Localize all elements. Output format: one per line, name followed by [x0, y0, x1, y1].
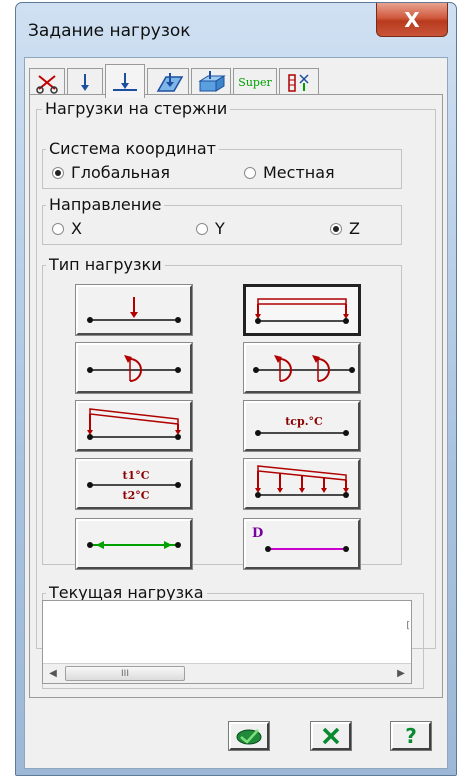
- radio-y-label: Y: [215, 219, 225, 238]
- current-load-list[interactable]: [ ◀ III ▶: [42, 600, 412, 684]
- distributed-moment-icon: [253, 355, 355, 382]
- bar-loads-title: Нагрузки на стержни: [42, 99, 231, 118]
- scroll-thumb-grip: III: [121, 668, 129, 679]
- load-multi-trapezoid-button[interactable]: [243, 458, 361, 510]
- tab-cut[interactable]: [29, 68, 65, 96]
- close-icon: X: [404, 7, 420, 32]
- radio-x-dot: [52, 222, 64, 235]
- radio-z[interactable]: Z: [330, 219, 360, 238]
- load-axial-force-button[interactable]: [75, 518, 193, 570]
- load-table-icon: [288, 73, 309, 92]
- dynamic-load-icon: D: [252, 526, 349, 552]
- radio-local-dot: [244, 166, 256, 179]
- bar-load-icon: [113, 72, 137, 91]
- uniform-temperature-icon: tср.°C: [255, 415, 349, 436]
- radio-global[interactable]: Глобальная: [52, 163, 170, 182]
- uniform-distributed-load-icon: [255, 298, 349, 324]
- temperature-top-text: t1°C: [123, 469, 150, 482]
- multi-trapezoid-load-icon: [255, 465, 349, 498]
- radio-local[interactable]: Местная: [244, 163, 335, 182]
- concentrated-moment-icon: [87, 355, 181, 382]
- tab-node-loads[interactable]: [67, 68, 103, 96]
- tab-plate-loads[interactable]: [147, 68, 189, 96]
- radio-y-dot: [196, 222, 208, 235]
- radio-z-label: Z: [349, 219, 360, 238]
- node-force-icon: [81, 73, 89, 91]
- load-temperature-gradient-button[interactable]: t1°C t2°C: [75, 458, 193, 510]
- tab-solid-loads[interactable]: [191, 68, 231, 96]
- load-concentrated-force-button[interactable]: [75, 284, 193, 336]
- window-title: Задание нагрузок: [28, 21, 191, 41]
- load-distributed-moment-button[interactable]: [243, 342, 361, 394]
- radio-global-label: Глобальная: [71, 163, 170, 182]
- close-button[interactable]: X: [376, 3, 448, 37]
- scroll-right-icon[interactable]: ▶: [391, 664, 411, 683]
- uniform-temperature-text: tср.°C: [285, 415, 323, 428]
- apply-button[interactable]: [228, 721, 270, 751]
- load-uniform-distributed-button[interactable]: [243, 284, 361, 336]
- dialog-client: Super Нагрузки на стержни Система коорди…: [24, 57, 448, 769]
- list-edge-char: [: [406, 621, 410, 631]
- apply-icon: [236, 729, 262, 745]
- plate-load-icon: [156, 72, 184, 92]
- super-label: Super: [238, 76, 272, 89]
- cancel-icon: [322, 727, 340, 745]
- solid-load-icon: [198, 70, 226, 92]
- load-trapezoidal-button[interactable]: [75, 400, 193, 452]
- load-type-label: Тип нагрузки: [46, 255, 165, 274]
- scissors-icon: [36, 74, 58, 94]
- help-icon: ?: [405, 724, 417, 748]
- radio-x[interactable]: X: [52, 219, 82, 238]
- scroll-thumb[interactable]: III: [65, 666, 185, 681]
- load-type-tabs: Super: [29, 64, 445, 98]
- dialog-window: Задание нагрузок X Super Нагрузки на сте…: [15, 2, 457, 776]
- cancel-button[interactable]: [310, 721, 352, 751]
- horizontal-scrollbar[interactable]: ◀ III ▶: [43, 663, 411, 683]
- concentrated-force-icon: [87, 297, 181, 323]
- load-uniform-temperature-button[interactable]: tср.°C: [243, 400, 361, 452]
- radio-z-dot: [330, 222, 342, 235]
- dynamic-load-letter: D: [252, 526, 263, 541]
- temperature-bottom-text: t2°C: [123, 489, 150, 502]
- tab-load-table[interactable]: [279, 68, 319, 96]
- coord-system-label: Система координат: [46, 139, 219, 158]
- trapezoidal-load-icon: [87, 408, 181, 440]
- temperature-gradient-icon: t1°C t2°C: [87, 469, 181, 502]
- tab-bar-loads[interactable]: [105, 64, 145, 98]
- radio-x-label: X: [71, 219, 82, 238]
- scroll-left-icon[interactable]: ◀: [43, 664, 63, 683]
- radio-local-label: Местная: [263, 163, 335, 182]
- load-concentrated-moment-button[interactable]: [75, 342, 193, 394]
- tab-super[interactable]: Super: [233, 68, 277, 96]
- direction-label: Направление: [46, 195, 165, 214]
- axial-force-icon: [87, 541, 181, 549]
- bar-loads-panel: Нагрузки на стержни Система координат Гл…: [29, 94, 443, 698]
- help-button[interactable]: ?: [390, 721, 432, 751]
- radio-global-dot: [52, 166, 64, 179]
- load-dynamic-button[interactable]: D: [243, 518, 361, 570]
- radio-y[interactable]: Y: [196, 219, 225, 238]
